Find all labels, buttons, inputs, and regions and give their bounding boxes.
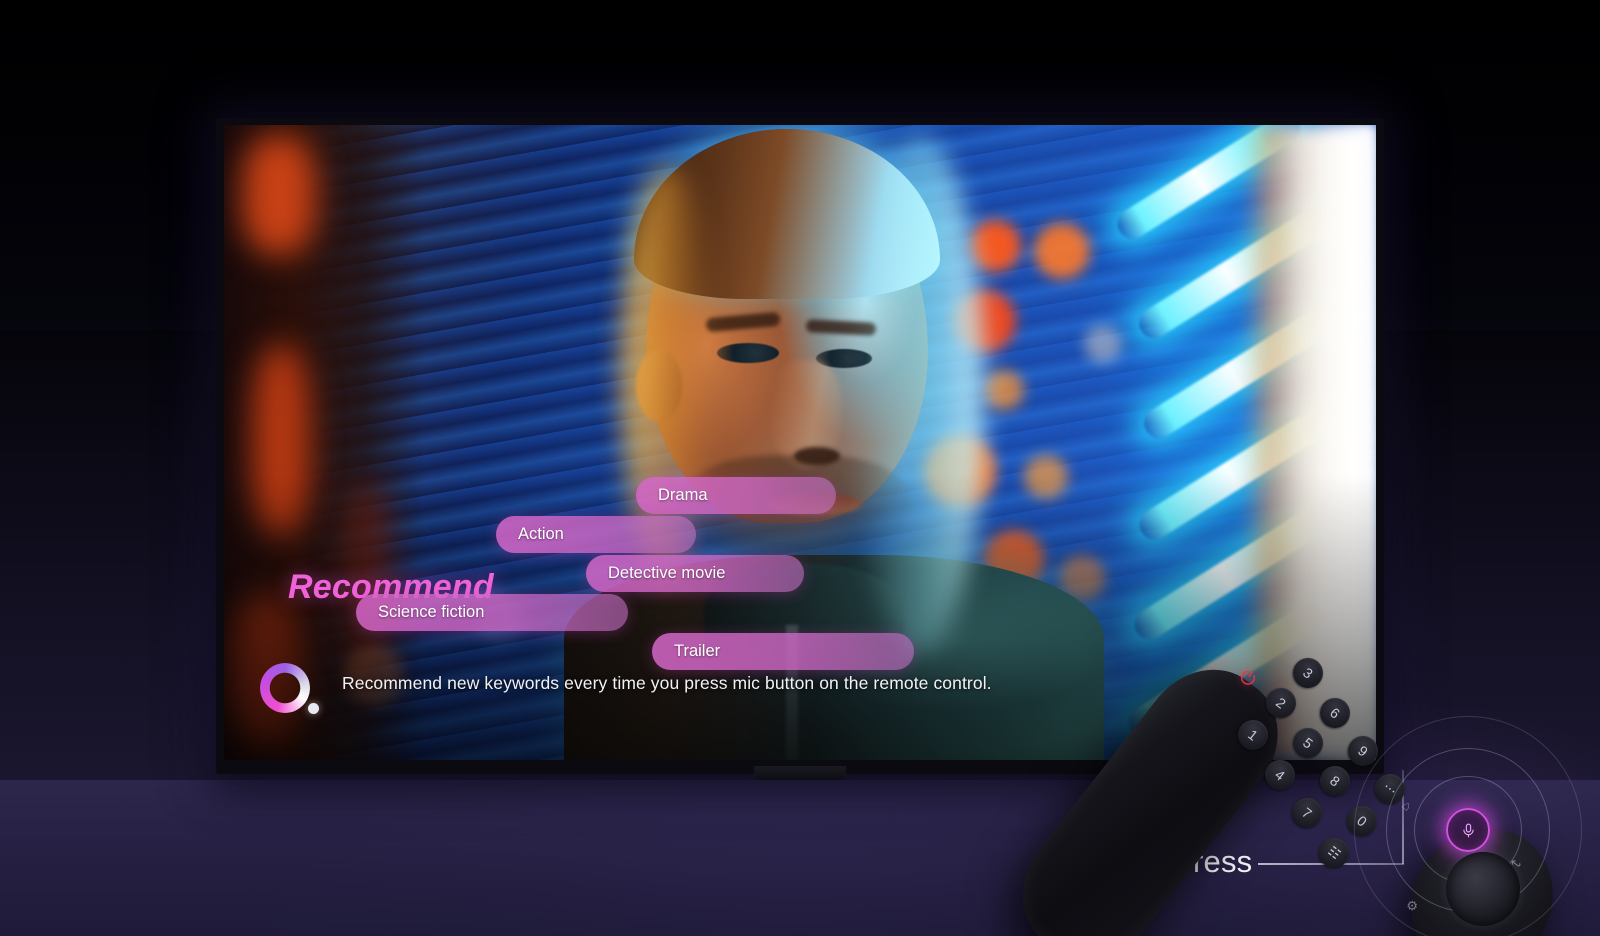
keyword-pill-drama[interactable]: Drama xyxy=(636,477,836,514)
recommendation-caption: Recommend new keywords every time you pr… xyxy=(342,673,992,693)
key-6[interactable]: 6 xyxy=(1313,691,1357,735)
key-5[interactable]: 5 xyxy=(1286,721,1330,765)
tv-stand xyxy=(754,766,846,780)
keyword-pill-action[interactable]: Action xyxy=(496,516,696,553)
keyword-pill-trailer[interactable]: Trailer xyxy=(652,633,914,670)
key-7[interactable]: 7 xyxy=(1285,791,1329,835)
ai-assistant-orb-icon xyxy=(260,663,310,713)
magic-remote-control[interactable]: ⏻ 1 2 3 4 5 6 7 8 9 0 ⋯ ☷ ⌂ ↩ ⚙ xyxy=(996,630,1582,936)
key-3[interactable]: 3 xyxy=(1286,651,1330,695)
mic-button[interactable] xyxy=(1446,808,1490,852)
guide-key[interactable]: ☷ xyxy=(1312,831,1356,875)
ai-assistant-orb-dot-icon xyxy=(308,703,319,714)
scroll-wheel[interactable] xyxy=(1446,852,1520,926)
keyword-pill-science-fiction[interactable]: Science fiction xyxy=(356,594,628,631)
key-8[interactable]: 8 xyxy=(1313,759,1357,803)
keyword-pill-detective-movie[interactable]: Detective movie xyxy=(586,555,804,592)
